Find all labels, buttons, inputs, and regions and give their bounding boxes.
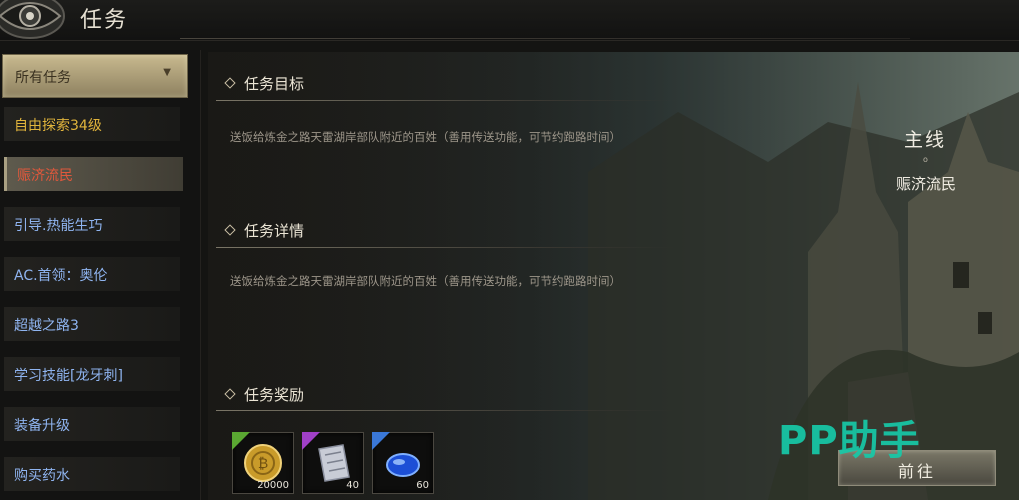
separator-dot: o xyxy=(923,155,928,164)
quest-type-label: 主线 xyxy=(903,129,946,151)
quest-item-label: 购买药水 xyxy=(14,468,70,484)
watermark-logo: PP助手 xyxy=(778,418,921,464)
section-heading-objective: 任务目标 xyxy=(224,73,304,94)
quest-item-label: 装备升级 xyxy=(14,418,70,434)
reward-count: 40 xyxy=(346,480,359,491)
top-bar: 任务 xyxy=(0,0,1019,41)
quest-item[interactable]: 购买药水 xyxy=(4,457,180,491)
quest-item-label: 引导.热能生巧 xyxy=(14,218,103,234)
divider xyxy=(216,247,676,248)
reward-slot[interactable]: 40 xyxy=(302,432,364,494)
quest-item-label: AC.首领：奥伦 xyxy=(14,268,108,284)
divider xyxy=(180,38,910,39)
divider xyxy=(216,100,676,101)
reward-count: 20000 xyxy=(257,480,289,491)
page-title: 任务 xyxy=(80,8,129,33)
details-text: 送饭给炼金之路天雷湖岸部队附近的百姓（善用传送功能，可节约跑路时间） xyxy=(230,274,621,288)
quest-item-label: 赈济流民 xyxy=(17,168,73,184)
eye-emblem-icon xyxy=(0,0,65,39)
chevron-down-icon: ▼ xyxy=(163,67,171,78)
diamond-bullet-icon xyxy=(224,77,236,89)
divider xyxy=(216,410,676,411)
svg-text:₿: ₿ xyxy=(258,456,268,472)
objective-text: 送饭给炼金之路天雷湖岸部队附近的百姓（善用传送功能，可节约跑路时间） xyxy=(230,130,621,144)
quest-item[interactable]: 学习技能[龙牙刺] xyxy=(4,357,180,391)
quest-item[interactable]: 装备升级 xyxy=(4,407,180,441)
quest-name-label: 赈济流民 xyxy=(895,175,956,193)
section-heading-details: 任务详情 xyxy=(224,220,304,241)
quest-item[interactable]: 引导.热能生巧 xyxy=(4,207,180,241)
reward-slot[interactable]: 60 xyxy=(372,432,434,494)
diamond-bullet-icon xyxy=(224,388,236,400)
quest-filter-dropdown[interactable]: 所有任务 ▼ xyxy=(2,54,188,98)
quest-item-label: 超越之路3 xyxy=(14,318,79,334)
quest-item-label: 学习技能[龙牙刺] xyxy=(14,368,123,384)
filter-label: 所有任务 xyxy=(15,70,71,86)
quest-item[interactable]: 超越之路3 xyxy=(4,307,180,341)
quest-item-label: 自由探索34级 xyxy=(14,118,102,134)
quest-item[interactable]: AC.首领：奥伦 xyxy=(4,257,180,291)
reward-slot[interactable]: ₿ 20000 xyxy=(232,432,294,494)
quest-sidebar: 所有任务 ▼ 自由探索34级 赈济流民 引导.热能生巧 AC.首领：奥伦 超越之… xyxy=(0,50,201,500)
reward-count: 60 xyxy=(416,480,429,491)
quest-item[interactable]: 自由探索34级 xyxy=(4,107,180,141)
quest-item-selected[interactable]: 赈济流民 xyxy=(4,157,183,191)
section-heading-rewards: 任务奖励 xyxy=(224,384,304,405)
diamond-bullet-icon xyxy=(224,224,236,236)
